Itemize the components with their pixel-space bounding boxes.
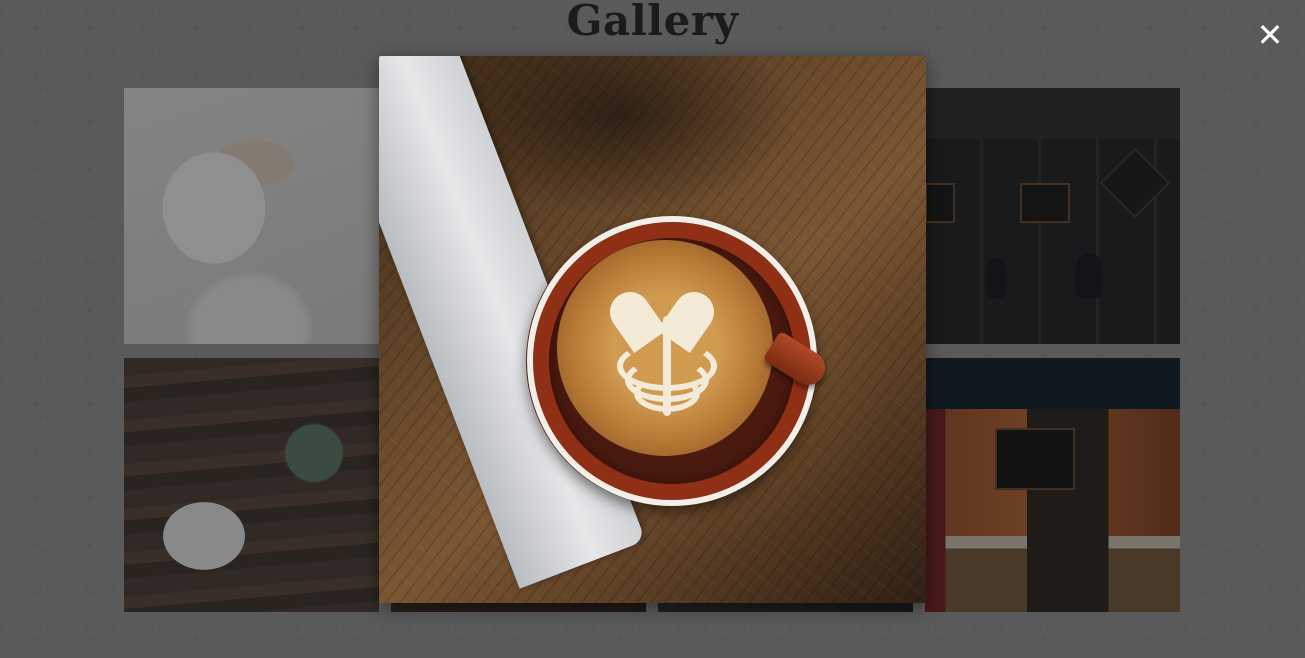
latte-art-leaf xyxy=(634,374,700,412)
close-button[interactable]: ✕ xyxy=(1255,19,1285,51)
lightbox-image xyxy=(379,56,926,603)
close-icon: ✕ xyxy=(1256,16,1284,54)
latte-art-heart xyxy=(627,274,697,330)
